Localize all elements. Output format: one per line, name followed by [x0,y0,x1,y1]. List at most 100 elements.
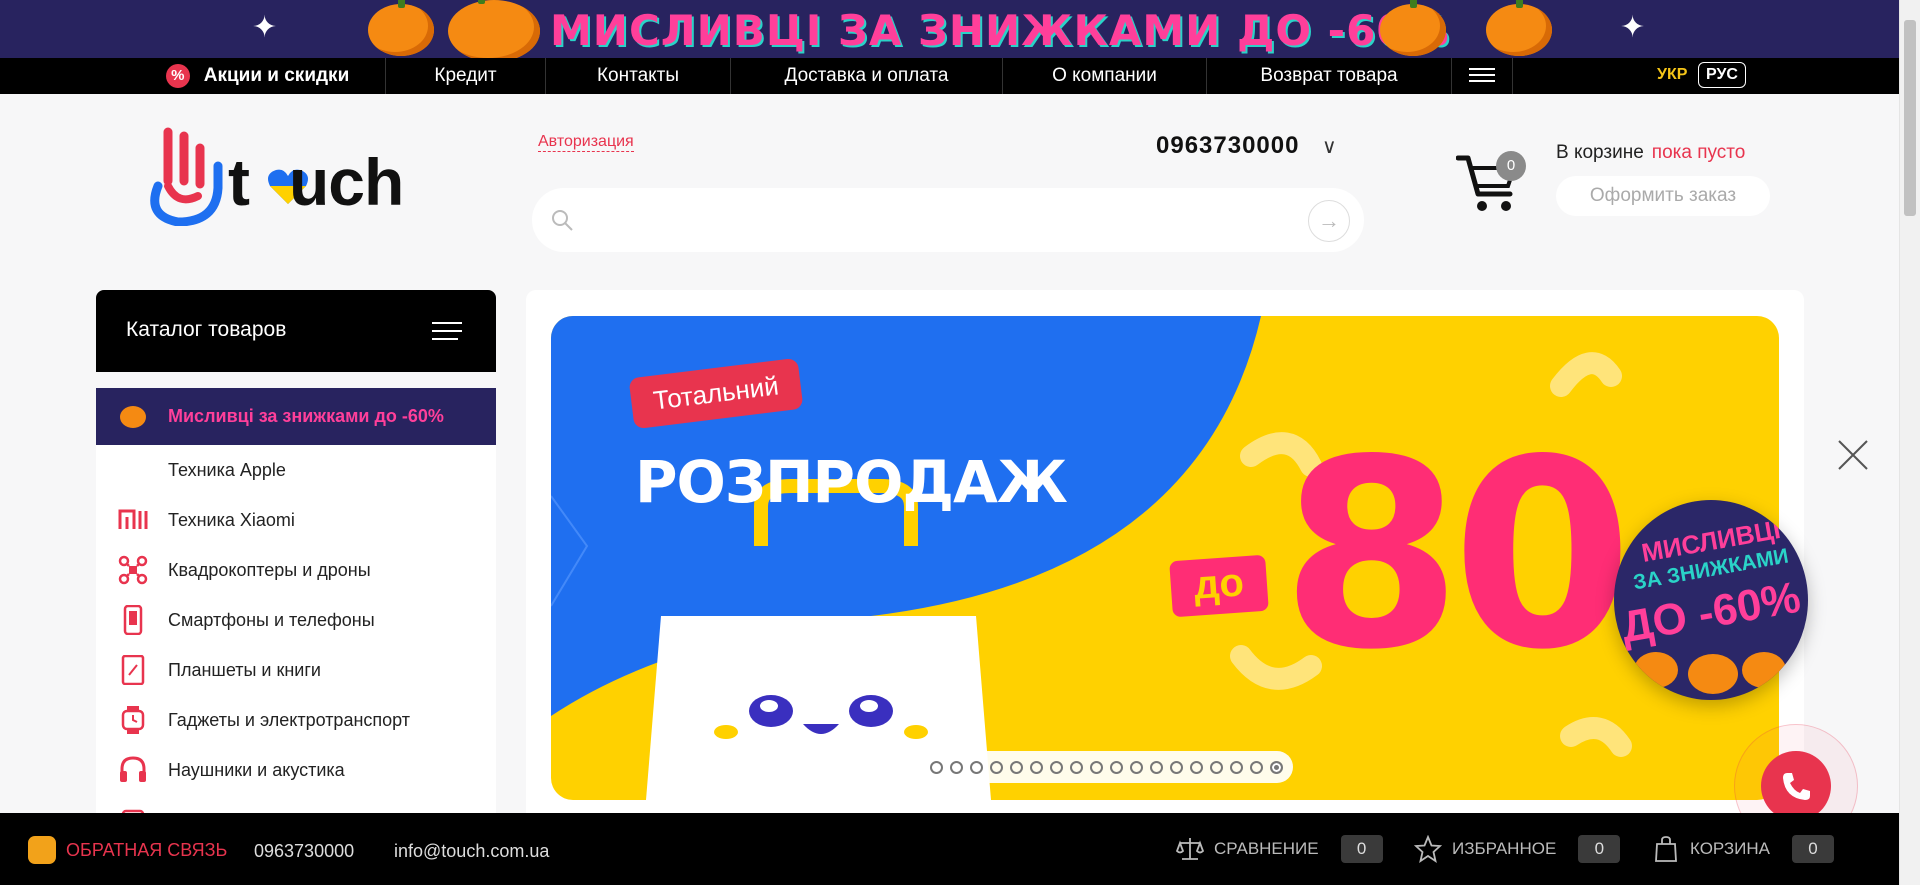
carousel-dot[interactable] [1110,760,1123,774]
hero-number: 80 [1281,405,1633,707]
catalog-item-tablets[interactable]: Планшеты и книги [96,645,496,695]
carousel-dot[interactable] [1030,760,1043,774]
feedback-button[interactable]: ОБРАТНАЯ СВЯЗЬ [28,836,228,864]
catalog-item-xiaomi[interactable]: Техника Xiaomi [96,495,496,545]
close-icon[interactable] [1836,438,1870,472]
footer-phone[interactable]: 0963730000 [254,841,354,862]
carousel-dot[interactable] [1210,760,1223,774]
catalog-item-apple[interactable]: Техника Apple [96,445,496,495]
search-submit-button[interactable]: → [1308,200,1350,242]
scrollbar-thumb[interactable] [1904,20,1916,216]
auth-link[interactable]: Авторизация [538,133,634,152]
promo-strip[interactable]: ✦ МИСЛИВЦІ ЗА ЗНИЖКАМИ ДО -60% ✦ [0,0,1899,58]
carousel-dot[interactable] [1010,760,1023,774]
promo-text: МИСЛИВЦІ ЗА ЗНИЖКАМИ ДО -60% [550,6,1450,55]
carousel-dot[interactable] [1170,760,1183,774]
catalog-item-discounts[interactable]: Мисливці за знижками до -60% [96,388,496,445]
nav-item-contacts[interactable]: Контакты [546,58,731,94]
nav-item-label: Контакты [596,65,680,86]
lang-rus[interactable]: РУС [1698,62,1746,88]
nav-item-returns[interactable]: Возврат товара [1207,58,1452,94]
menu-icon[interactable] [1452,68,1512,84]
nav-divider [1512,58,1513,94]
catalog-item-gadgets[interactable]: Гаджеты и электротранспорт [96,695,496,745]
catalog-item-smartphones[interactable]: Смартфоны и телефоны [96,595,496,645]
checkout-button[interactable]: Оформить заказ [1556,176,1770,216]
search-input[interactable] [588,202,1308,238]
scales-icon [1176,838,1204,860]
favorites-label: ИЗБРАННОЕ [1452,839,1557,858]
pumpkin-icon [1486,0,1552,56]
carousel-dot[interactable] [1050,760,1063,774]
callback-button[interactable] [1761,751,1831,821]
catalog-item-label: Наушники и акустика [168,759,345,780]
carousel-dot[interactable] [1130,760,1143,774]
favorites-button[interactable]: ИЗБРАННОЕ 0 [1414,835,1621,863]
xiaomi-icon [118,505,148,535]
menu-icon[interactable] [432,322,462,346]
nav-item-about[interactable]: О компании [1003,58,1207,94]
carousel-dot[interactable] [1250,760,1263,774]
cart-count-badge: 0 [1496,151,1526,181]
pumpkin-icon [1634,652,1678,688]
carousel-dot[interactable] [1150,760,1163,774]
nav-item-label: Акции и скидки [203,65,350,86]
carousel-dot[interactable] [950,760,963,774]
nav-item-label: О компании [1052,65,1157,86]
bottom-cart-button[interactable]: КОРЗИНА 0 [1652,835,1835,863]
catalog-item-label: Квадрокоптеры и дроны [168,559,371,580]
catalog-list: Мисливці за знижками до -60% Техника App… [96,388,496,828]
feedback-label: ОБРАТНАЯ СВЯЗЬ [66,839,228,860]
catalog-item-label: Гаджеты и электротранспорт [168,709,411,730]
hero-prefix-text: до [1192,560,1246,608]
compare-button[interactable]: СРАВНЕНИЕ 0 [1176,835,1383,863]
catalog-header[interactable]: Каталог товаров [96,290,496,372]
nav-item-delivery[interactable]: Доставка и оплата [731,58,1003,94]
pumpkin-icon [1688,654,1738,694]
catalog-item-label: Планшеты и книги [168,659,321,680]
cart-empty-status: пока пусто [1651,142,1746,163]
page-scrollbar[interactable] [1899,0,1920,885]
hero-banner[interactable]: Тотальний РОЗПРОДАЖ до 80 [551,316,1779,800]
carousel-dot[interactable] [930,760,943,774]
lang-ukr[interactable]: УКР [1657,66,1687,84]
carousel-dots [920,751,1293,783]
star-icon: ✦ [1620,11,1646,44]
nav-item-credit[interactable]: Кредит [386,58,546,94]
carousel-dot[interactable] [1090,760,1103,774]
carousel-dot[interactable] [1270,760,1283,774]
hero-tag-text: Тотальний [651,370,781,416]
nav-item-sales[interactable]: % Акции и скидки [130,58,386,94]
footer-email[interactable]: info@touch.com.ua [394,841,549,862]
catalog-item-drones[interactable]: Квадрокоптеры и дроны [96,545,496,595]
search-icon[interactable] [550,208,574,232]
chat-icon [28,836,56,864]
catalog-item-label: Мисливці за знижками до -60% [168,406,444,426]
site-logo[interactable]: t uch [138,126,438,226]
bottom-bar: ОБРАТНАЯ СВЯЗЬ 0963730000 info@touch.com… [0,813,1899,885]
hand-logo-icon [150,127,223,226]
carousel-dot[interactable] [1070,760,1083,774]
bottom-cart-label: КОРЗИНА [1690,839,1771,858]
promo-sticker[interactable]: МИСЛИВЦІ ЗА ЗНИЖКАМИ ДО -60% [1614,500,1808,700]
carousel-dot[interactable] [1230,760,1243,774]
catalog-title: Каталог товаров [126,318,287,341]
header-phone[interactable]: 0963730000 [1156,132,1299,160]
percent-icon: % [165,64,190,88]
carousel-dot[interactable] [1190,760,1203,774]
hero-headline: РОЗПРОДАЖ [635,448,1068,516]
catalog-item-label: Смартфоны и телефоны [168,609,375,630]
smartwatch-icon [118,705,148,735]
nav-item-label: Кредит [434,65,497,86]
catalog-item-audio[interactable]: Наушники и акустика [96,745,496,795]
apple-icon [118,455,148,485]
star-icon: ✦ [252,11,278,44]
pumpkin-icon [118,402,148,432]
carousel-dot[interactable] [970,760,983,774]
compare-label: СРАВНЕНИЕ [1214,839,1319,858]
star-icon [1414,835,1442,863]
pumpkin-icon [1742,652,1786,688]
chevron-down-icon[interactable]: ∨ [1322,134,1337,159]
carousel-dot[interactable] [990,760,1003,774]
pumpkin-icon [368,0,434,56]
